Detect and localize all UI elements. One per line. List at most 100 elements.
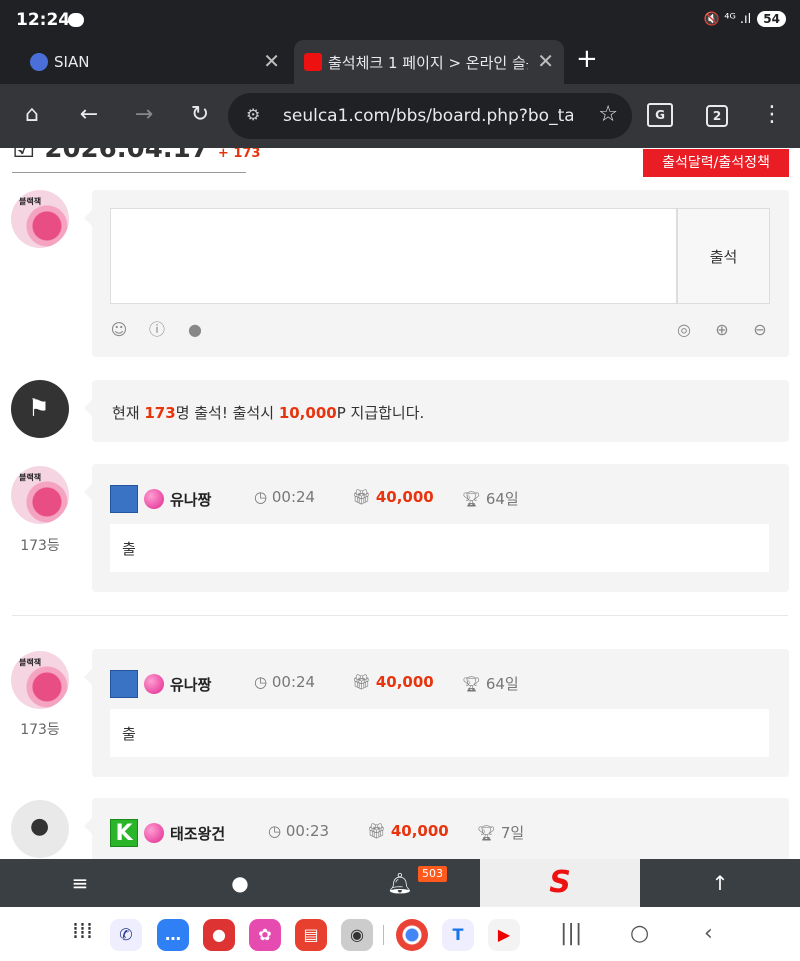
camera-app-icon[interactable]: ◉ (341, 919, 373, 951)
divider (12, 615, 788, 616)
notification-badge: 503 (418, 866, 447, 882)
entry-message: 출 (110, 524, 769, 572)
messages-app-icon[interactable]: … (157, 919, 189, 951)
site-bottom-nav: ≡ ● 🔔︎ 503 S ↑ (0, 859, 800, 907)
user-icon: ● (30, 814, 50, 839)
status-bar: 12:24 🔇 ⁴ᴳ .ıl 54 (0, 0, 800, 40)
nickname[interactable]: 유나짱 (170, 489, 211, 510)
url-text: seulca1.com/bbs/board.php?bo_table (283, 106, 573, 126)
points-value: 40,000 (390, 822, 449, 840)
new-tab-button[interactable]: + (576, 44, 598, 74)
profile-button[interactable]: ● (160, 859, 320, 907)
time-value: 00:23 (285, 822, 330, 840)
chrome-app-icon[interactable] (396, 919, 428, 951)
clock: 12:24 (16, 10, 71, 30)
nickname[interactable]: 유나짱 (170, 674, 211, 695)
entry-points: 🎁︎ 40,000 (367, 822, 449, 840)
reload-icon[interactable]: ↻ (185, 102, 215, 127)
translate-icon[interactable]: G (647, 103, 673, 127)
app-drawer-icon[interactable]: ⁞⁞⁞ (72, 919, 93, 944)
entry-streak: 🏆︎ 7일 (477, 822, 524, 843)
signal-icons: 🔇 ⁴ᴳ .ıl (703, 11, 752, 27)
avatar: 블랙잭 (11, 651, 69, 709)
contacts-app-icon[interactable]: ● (203, 919, 235, 951)
gallery-app-icon[interactable]: ✿ (249, 919, 281, 951)
close-tab-icon[interactable]: ✕ (263, 49, 280, 73)
plus-icon[interactable]: ⊕ (713, 321, 731, 339)
menu-button[interactable]: ≡ (0, 859, 160, 907)
bookmark-star-icon[interactable]: ☆ (598, 102, 618, 127)
checkbox-icon: ☑ (12, 148, 36, 164)
close-tab-icon[interactable]: ✕ (537, 49, 554, 73)
menu-icon[interactable]: ⋮ (757, 102, 787, 127)
trophy-icon: 🏆︎ (477, 824, 497, 842)
k-level-icon: K (110, 819, 138, 847)
avatar: 블랙잭 (11, 466, 69, 524)
entry-time: ◷ 00:23 (268, 822, 329, 840)
comment-input[interactable] (110, 208, 677, 304)
browser-toolbar: ⌂ ← → ↻ ⚙ seulca1.com/bbs/board.php?bo_t… (0, 84, 800, 148)
notes-app-icon[interactable]: ▤ (295, 919, 327, 951)
entry-streak: 🏆︎ 64일 (462, 488, 519, 509)
attendance-entry: 유나짱 ◷ 00:24 🎁︎ 40,000 🏆︎ 64일 출 (84, 649, 789, 777)
nickname[interactable]: 태조왕건 (170, 823, 225, 844)
notice-count: 173 (144, 404, 176, 422)
sian-favicon-icon (30, 53, 48, 71)
date-heading: ☑ 2026.04.17 + 173 (12, 148, 260, 164)
site-settings-icon[interactable]: ⚙ (246, 105, 260, 124)
address-bar[interactable]: ⚙ seulca1.com/bbs/board.php?bo_table ☆ (228, 93, 632, 139)
scroll-top-button[interactable]: ↑ (640, 859, 800, 907)
notification-button[interactable]: 🔔︎ (320, 859, 480, 907)
date-text: 2026.04.17 (44, 148, 209, 164)
battery-icon: 54 (757, 11, 786, 27)
dock-divider (383, 925, 384, 945)
notice-prefix: 현재 (112, 404, 145, 422)
chat-notification-icon (68, 13, 84, 27)
trophy-icon: 🏆︎ (462, 675, 482, 693)
entry-points: 🎁︎ 40,000 (352, 488, 434, 506)
attendance-form: 출석 ☺ ⓘ ● ◎ ⊕ ⊖ (84, 190, 789, 357)
level-icon (110, 485, 138, 513)
streak-value: 64일 (485, 675, 519, 693)
rank-label: 173등 (20, 722, 60, 738)
youtube-app-icon[interactable]: ▶ (488, 919, 520, 951)
date-count: + 173 (217, 148, 261, 161)
t-app-icon[interactable]: T (442, 919, 474, 951)
user-icon[interactable]: ● (186, 321, 204, 339)
attendance-entry: K 태조왕건 ◷ 00:23 🎁︎ 40,000 🏆︎ 7일 (84, 798, 789, 859)
recents-button[interactable]: ||| (560, 921, 582, 946)
minus-icon[interactable]: ⊖ (751, 321, 769, 339)
entry-user: 유나짱 (110, 669, 211, 699)
clock-icon: ◷ (268, 822, 282, 840)
compass-icon[interactable]: ◎ (675, 321, 693, 339)
gift-icon: 🎁︎ (352, 488, 372, 506)
site-logo-button[interactable]: S (480, 859, 640, 907)
tab-switcher-button[interactable]: 2 (706, 105, 728, 127)
back-button[interactable]: ‹ (704, 921, 713, 946)
home-button[interactable]: ○ (630, 921, 649, 946)
home-icon[interactable]: ⌂ (17, 102, 47, 127)
phone-app-icon[interactable]: ✆ (110, 919, 142, 951)
avatar: 블랙잭 (11, 190, 69, 248)
back-icon[interactable]: ← (74, 102, 104, 127)
system-nav-bar: ⁞⁞⁞ ✆ … ● ✿ ▤ ◉ T ▶ ||| ○ ‹ (0, 907, 800, 961)
emoticon-icon[interactable]: ☺ (110, 321, 128, 339)
info-icon[interactable]: ⓘ (148, 321, 166, 339)
entry-points: 🎁︎ 40,000 (352, 673, 434, 691)
rank-label: 173등 (20, 538, 60, 554)
attendance-policy-button[interactable]: 출석달력/출석정책 (643, 149, 789, 177)
tab-sian[interactable]: SIAN ✕ (12, 40, 290, 84)
streak-value: 7일 (500, 824, 525, 842)
entry-time: ◷ 00:24 (254, 673, 315, 691)
attend-submit-button[interactable]: 출석 (677, 208, 770, 304)
notice-suffix: P 지급합니다. (336, 404, 425, 422)
forward-icon[interactable]: → (129, 102, 159, 127)
time-value: 00:24 (271, 488, 316, 506)
time-value: 00:24 (271, 673, 316, 691)
notice-text: 현재 173명 출석! 출석시 10,000P 지급합니다. (112, 402, 424, 423)
gift-icon: 🎁︎ (367, 822, 387, 840)
level-icon (110, 670, 138, 698)
entry-streak: 🏆︎ 64일 (462, 673, 519, 694)
tab-attendance[interactable]: 출석체크 1 페이지 > 온라인 슬롯 ✕ (294, 40, 564, 84)
seulca-favicon-icon (304, 53, 322, 71)
